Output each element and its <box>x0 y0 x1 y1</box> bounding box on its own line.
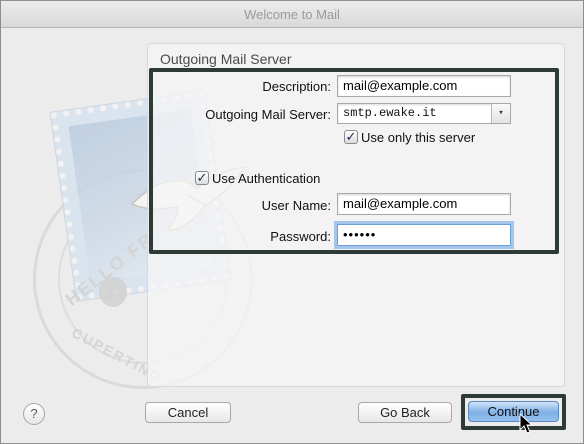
pointer-cursor-icon <box>519 413 533 434</box>
outgoing-server-value: smtp.ewake.it <box>343 106 437 120</box>
help-icon[interactable]: ? <box>23 403 45 425</box>
description-label: Description: <box>262 79 331 94</box>
use-authentication-label: Use Authentication <box>212 171 321 186</box>
description-field[interactable]: mail@example.com <box>337 75 511 97</box>
use-only-server-checkbox[interactable]: ✓ <box>344 130 358 144</box>
cancel-button[interactable]: Cancel <box>145 402 231 423</box>
apple-logo-icon <box>99 277 127 307</box>
chevron-down-icon[interactable]: ▾ <box>491 104 510 123</box>
continue-button[interactable]: Continue <box>468 401 559 422</box>
window-title: Welcome to Mail <box>1 1 583 28</box>
go-back-button[interactable]: Go Back <box>358 402 452 423</box>
user-name-field[interactable]: mail@example.com <box>337 193 511 215</box>
password-field[interactable]: •••••• <box>337 224 511 246</box>
user-name-label: User Name: <box>261 198 331 213</box>
mail-setup-window: Welcome to Mail HELLO FR CUPERTINO Outgo… <box>0 0 584 444</box>
password-label: Password: <box>270 229 331 244</box>
outgoing-server-select[interactable]: smtp.ewake.it ▾ <box>337 103 511 124</box>
use-only-server-label: Use only this server <box>361 130 476 145</box>
use-authentication-checkbox[interactable]: ✓ <box>195 171 209 185</box>
outgoing-server-label: Outgoing Mail Server: <box>205 107 331 122</box>
panel-title: Outgoing Mail Server <box>160 51 292 67</box>
